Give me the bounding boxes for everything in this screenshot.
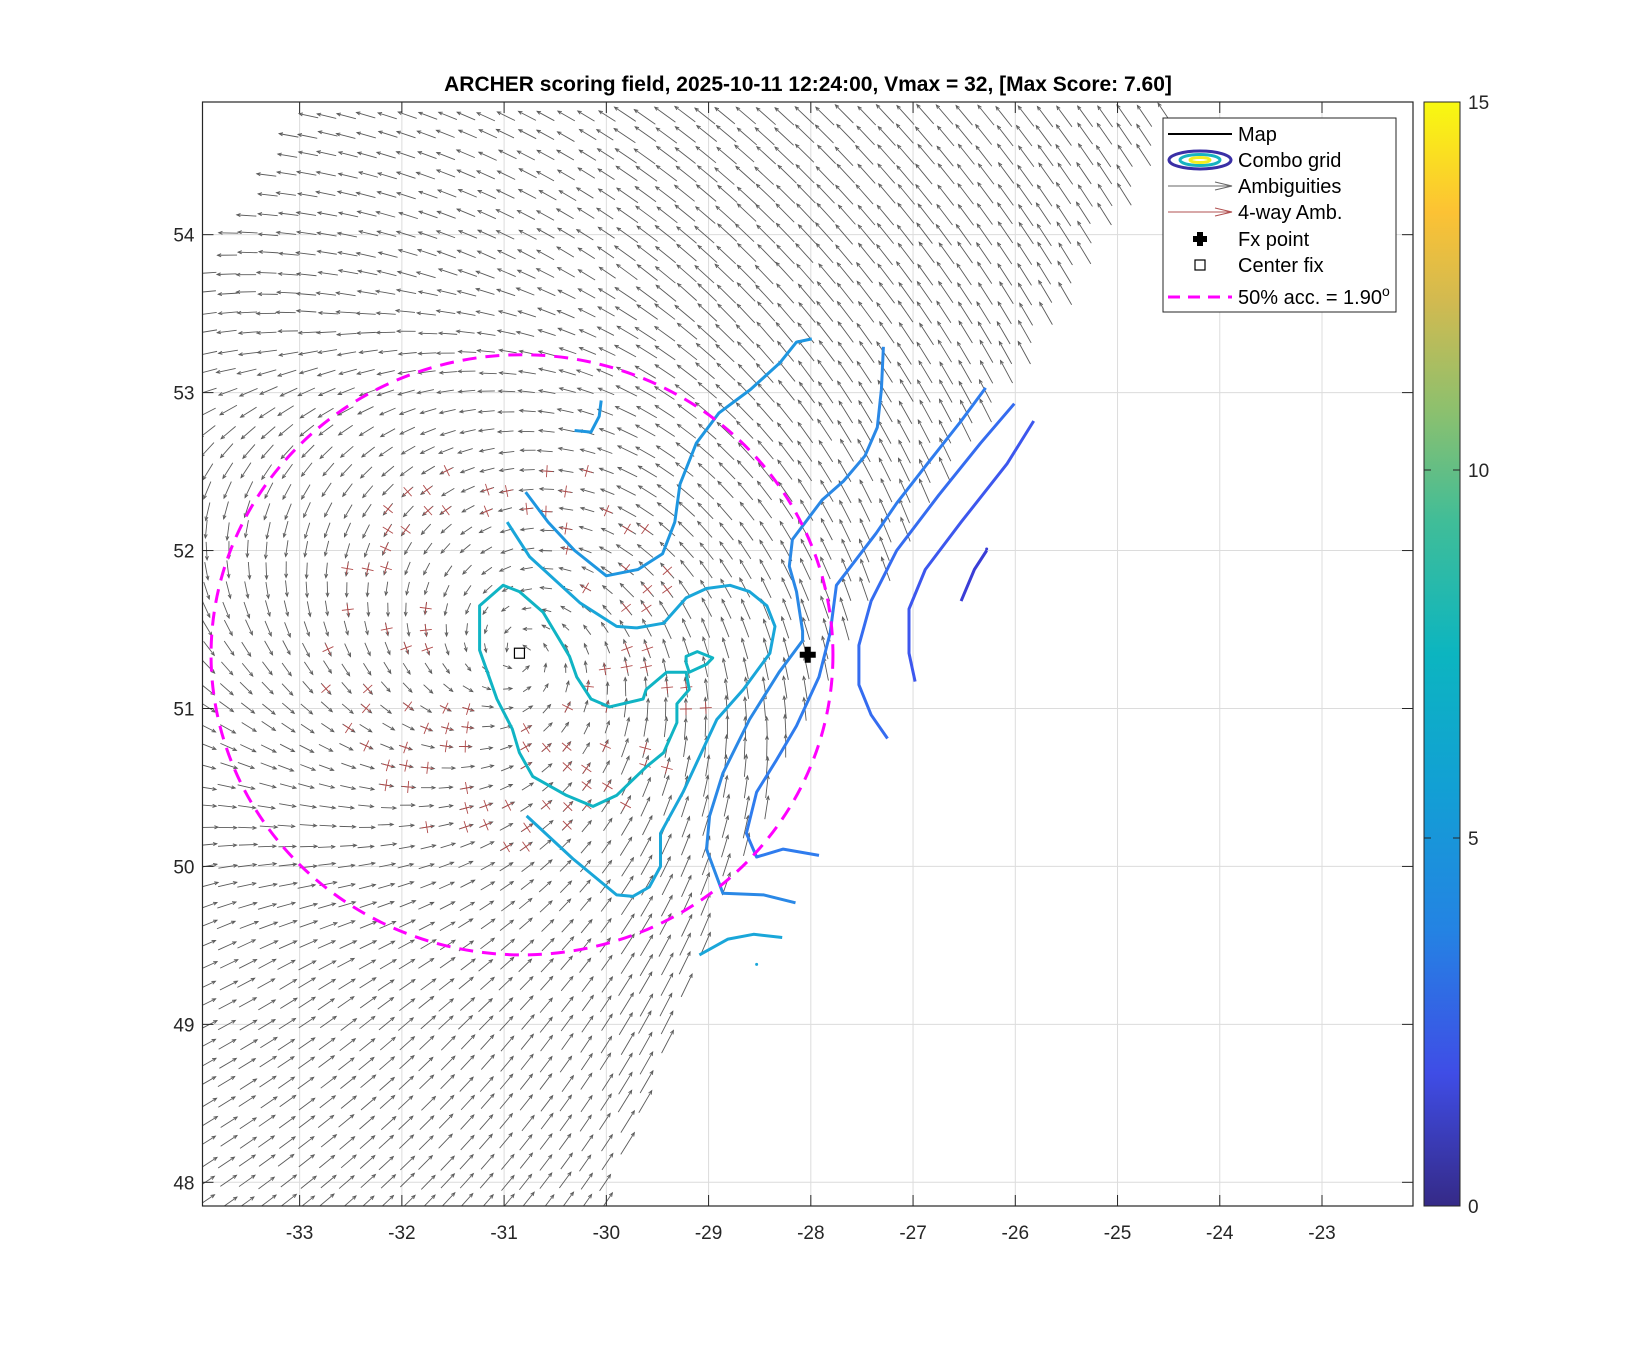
- vector-shaft: [480, 373, 497, 374]
- vector-shaft: [217, 274, 237, 275]
- amb-line: [700, 708, 712, 709]
- vector-shaft: [378, 824, 393, 825]
- vector-shaft: [625, 677, 626, 696]
- vector-shaft: [705, 716, 706, 737]
- archer-scoring-figure: ARCHER scoring field, 2025-10-11 12:24:0…: [0, 0, 1646, 1350]
- vector-shaft: [419, 333, 437, 334]
- vector-shaft: [381, 808, 396, 809]
- vector-shaft: [238, 252, 258, 253]
- chart-title: ARCHER scoring field, 2025-10-11 12:24:0…: [444, 73, 1172, 96]
- vector-shaft: [258, 846, 276, 847]
- vector-shaft: [520, 470, 535, 471]
